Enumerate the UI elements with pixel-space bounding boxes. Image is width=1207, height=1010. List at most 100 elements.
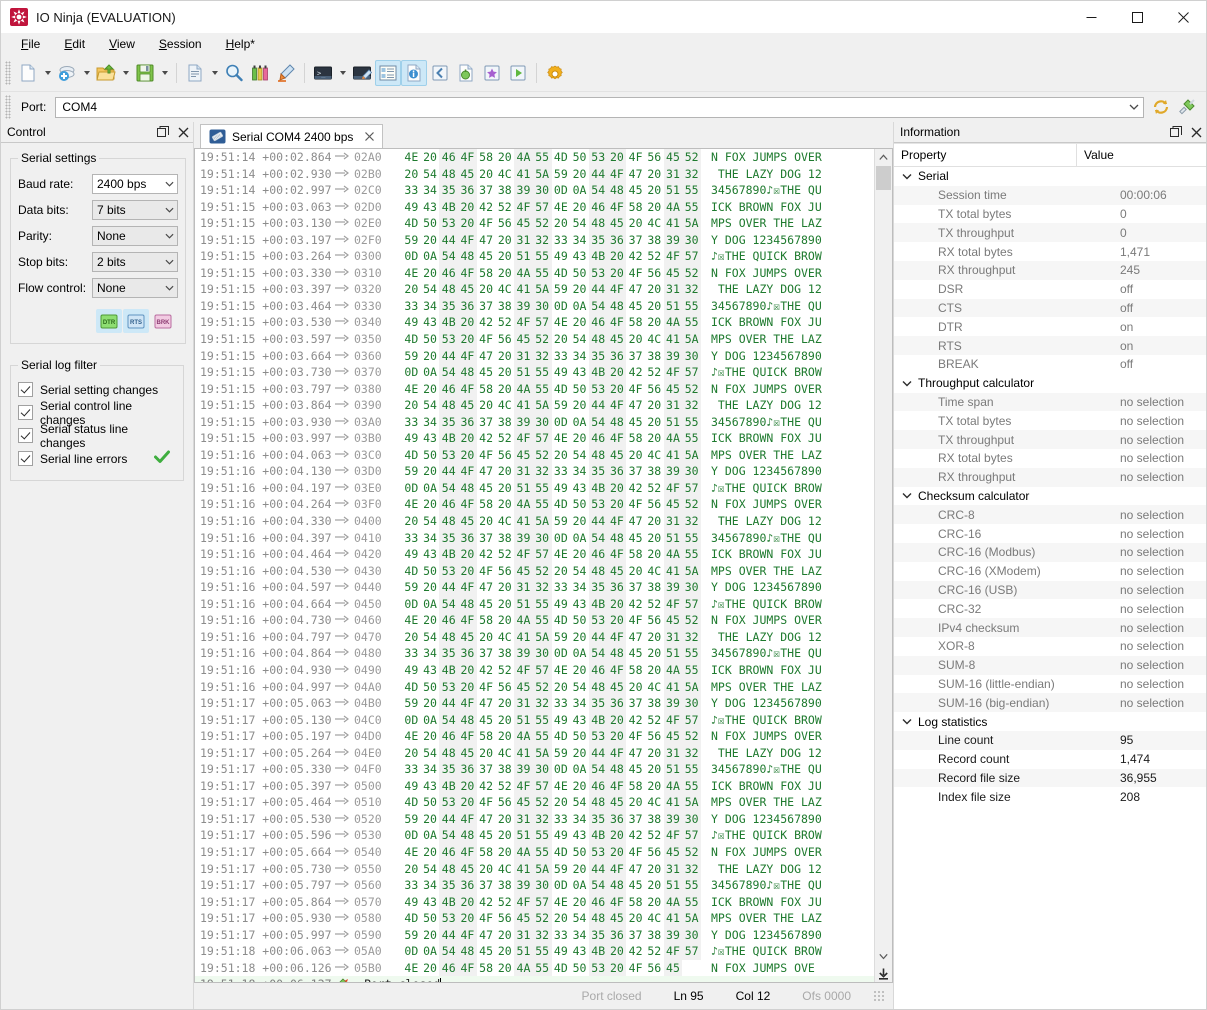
- log-row[interactable]: 19:51:15 +00:03.464 0330 33 34 35 36 37 38 39 30 0…: [195, 297, 874, 315]
- toolbar-grip[interactable]: [5, 61, 11, 85]
- log-row[interactable]: 19:51:15 +00:03.730 0370 0D 0A 54 48 45 20 51 55 4…: [195, 364, 874, 381]
- parity-select[interactable]: None: [92, 226, 178, 246]
- connect-plug-icon[interactable]: [1174, 94, 1200, 120]
- minimize-button[interactable]: [1068, 1, 1114, 33]
- log-row[interactable]: 19:51:16 +00:04.264 03F0 4E 20 46 4F 58 20 4A 55 4…: [195, 496, 874, 514]
- export-dropdown-icon[interactable]: [208, 60, 221, 86]
- info-row[interactable]: RX total bytes 1,471: [894, 242, 1206, 261]
- terminal-dropdown-icon[interactable]: [336, 60, 349, 86]
- info-row[interactable]: Record file size 36,955: [894, 768, 1206, 788]
- log-row[interactable]: 19:51:18 +00:06.063 05A0 0D 0A 54 48 45 20 51 55 4…: [195, 943, 874, 960]
- log-row[interactable]: 19:51:15 +00:03.597 0350 4D 50 53 20 4F 56 45 52 2…: [195, 331, 874, 348]
- log-row[interactable]: 19:51:16 +00:04.997 04A0 4D 50 53 20 4F 56 45 52 2…: [195, 678, 874, 696]
- close-button[interactable]: [1160, 1, 1206, 33]
- log-row[interactable]: 19:51:17 +00:05.330 04F0 33 34 35 36 37 38 39 30 0…: [195, 761, 874, 778]
- baud-rate-select[interactable]: 2400 bps: [92, 174, 178, 194]
- scroll-to-end-icon[interactable]: [875, 965, 892, 982]
- log-row[interactable]: 19:51:15 +00:03.797 0380 4E 20 46 4F 58 20 4A 55 4…: [195, 380, 874, 398]
- info-row[interactable]: Record count 1,474: [894, 750, 1206, 769]
- chevron-down-icon[interactable]: [900, 380, 914, 387]
- info-row[interactable]: TX total bytes no selection: [894, 411, 1206, 430]
- filter-serial-status-line-changes[interactable]: Serial status line changes: [18, 422, 176, 450]
- menu-session[interactable]: Session: [147, 35, 214, 53]
- close-pane-icon[interactable]: [1186, 123, 1206, 141]
- info-row[interactable]: RX throughput no selection: [894, 467, 1206, 487]
- find-icon[interactable]: [221, 60, 247, 86]
- scroll-down-icon[interactable]: [875, 948, 892, 965]
- stop-bits-select[interactable]: 2 bits: [92, 252, 178, 272]
- log-row[interactable]: 19:51:15 +00:03.997 03B0 49 43 4B 20 42 52 4F 57 4…: [195, 430, 874, 447]
- log-row[interactable]: 19:51:15 +00:03.530 0340 49 43 4B 20 42 52 4F 57 4…: [195, 314, 874, 332]
- checkbox-icon[interactable]: [18, 382, 33, 397]
- log-row[interactable]: 19:51:17 +00:05.596 0530 0D 0A 54 48 45 20 51 55 4…: [195, 827, 874, 844]
- log-row[interactable]: 19:51:17 +00:05.063 04B0 59 20 44 4F 47 20 31 32 3…: [195, 695, 874, 712]
- log-row[interactable]: 19:51:16 +00:04.330 0400 20 54 48 45 20 4C 41 5A 5…: [195, 513, 874, 530]
- close-pane-icon[interactable]: [173, 123, 193, 141]
- log-row[interactable]: 19:51:18 +00:06.126 05B0 4E 20 46 4F 58 20 4A 55 4…: [195, 959, 874, 977]
- flow-control-select[interactable]: None: [92, 278, 178, 298]
- close-tab-icon[interactable]: [362, 130, 376, 144]
- rts-toggle-button[interactable]: RTS: [123, 309, 149, 333]
- checkbox-icon[interactable]: [18, 405, 33, 420]
- portbar-grip[interactable]: [5, 95, 11, 119]
- log-row[interactable]: 19:51:17 +00:05.930 0580 4D 50 53 20 4F 56 45 52 2…: [195, 910, 874, 927]
- log-row[interactable]: 19:51:15 +00:03.330 0310 4E 20 46 4F 58 20 4A 55 4…: [195, 264, 874, 282]
- log-row[interactable]: 19:51:17 +00:05.130 04C0 0D 0A 54 48 45 20 51 55 4…: [195, 711, 874, 729]
- maximize-button[interactable]: [1114, 1, 1160, 33]
- log-row[interactable]: 19:51:16 +00:04.464 0420 49 43 4B 20 42 52 4F 57 4…: [195, 546, 874, 563]
- info-group-checksum-calculator[interactable]: Checksum calculator: [894, 486, 1206, 506]
- add-session-icon[interactable]: [54, 60, 80, 86]
- settings-icon[interactable]: [542, 60, 568, 86]
- session-pane-icon[interactable]: [375, 60, 401, 86]
- log-row[interactable]: 19:51:15 +00:03.864 0390 20 54 48 45 20 4C 41 5A 5…: [195, 397, 874, 414]
- log-row[interactable]: 19:51:17 +00:05.664 0540 4E 20 46 4F 58 20 4A 55 4…: [195, 843, 874, 861]
- terminal-icon[interactable]: >_: [310, 60, 336, 86]
- info-row[interactable]: SUM-8 no selection: [894, 655, 1206, 675]
- log-row[interactable]: 19:51:17 +00:05.797 0560 33 34 35 36 37 38 39 30 0…: [195, 877, 874, 894]
- log-row[interactable]: 19:51:16 +00:04.063 03C0 4D 50 53 20 4F 56 45 52 2…: [195, 446, 874, 464]
- color-filters-icon[interactable]: [247, 60, 273, 86]
- info-row[interactable]: DSR off: [894, 280, 1206, 299]
- log-row[interactable]: 19:51:17 +00:05.997 0590 59 20 44 4F 47 20 31 32 3…: [195, 926, 874, 944]
- information-pane-icon[interactable]: [401, 60, 427, 86]
- chevron-down-icon[interactable]: [900, 173, 914, 180]
- info-row[interactable]: CTS off: [894, 298, 1206, 318]
- info-row[interactable]: TX throughput 0: [894, 223, 1206, 243]
- info-group-serial[interactable]: Serial: [894, 167, 1206, 186]
- info-row[interactable]: CRC-16 (Modbus) no selection: [894, 542, 1206, 562]
- info-group-throughput-calculator[interactable]: Throughput calculator: [894, 373, 1206, 393]
- log-rows-area[interactable]: 19:51:14 +00:02.864 02A0 4E 20 46 4F 58 20 4A 55 4…: [195, 149, 874, 982]
- script-icon[interactable]: [453, 60, 479, 86]
- dtr-toggle-button[interactable]: DTR: [96, 309, 122, 333]
- log-row[interactable]: 19:51:16 +00:04.730 0460 4E 20 46 4F 58 20 4A 55 4…: [195, 612, 874, 629]
- info-row[interactable]: Session time 00:00:06: [894, 185, 1206, 205]
- info-group-log-statistics[interactable]: Log statistics: [894, 712, 1206, 731]
- favorites-icon[interactable]: [479, 60, 505, 86]
- tab-serial-com4[interactable]: Serial COM4 2400 bps: [200, 124, 384, 148]
- log-row[interactable]: 19:51:16 +00:04.930 0490 49 43 4B 20 42 52 4F 57 4…: [195, 661, 874, 679]
- log-row[interactable]: 19:51:14 +00:02.997 02C0 33 34 35 36 37 38 39 30 0…: [195, 182, 874, 199]
- info-row[interactable]: CRC-16 (XModem) no selection: [894, 562, 1206, 581]
- highlighter-icon[interactable]: [273, 60, 299, 86]
- menu-view[interactable]: View: [97, 35, 147, 53]
- log-row[interactable]: 19:51:14 +00:02.930 02B0 20 54 48 45 20 4C 41 5A 5…: [195, 165, 874, 183]
- save-file-icon[interactable]: [132, 60, 158, 86]
- log-row[interactable]: 19:51:16 +00:04.864 0480 33 34 35 36 37 38 39 30 0…: [195, 645, 874, 662]
- info-row[interactable]: TX throughput no selection: [894, 430, 1206, 449]
- log-row[interactable]: 19:51:16 +00:04.597 0440 59 20 44 4F 47 20 31 32 3…: [195, 579, 874, 596]
- float-pane-icon[interactable]: [153, 123, 173, 141]
- filter-serial-line-errors[interactable]: Serial line errors: [18, 447, 176, 470]
- info-row[interactable]: XOR-8 no selection: [894, 637, 1206, 656]
- log-row[interactable]: 19:51:15 +00:03.264 0300 0D 0A 54 48 45 20 51 55 4…: [195, 248, 874, 265]
- brk-toggle-button[interactable]: BRK: [150, 309, 176, 333]
- info-row[interactable]: CRC-8 no selection: [894, 505, 1206, 525]
- log-row[interactable]: 19:51:15 +00:03.197 02F0 59 20 44 4F 47 20 31 32 3…: [195, 231, 874, 249]
- chevron-down-icon[interactable]: [900, 492, 914, 499]
- info-row[interactable]: CRC-32 no selection: [894, 599, 1206, 618]
- open-file-dropdown-icon[interactable]: [119, 60, 132, 86]
- log-row[interactable]: 19:51:16 +00:04.397 0410 33 34 35 36 37 38 39 30 0…: [195, 529, 874, 547]
- scrollbar-thumb[interactable]: [876, 166, 891, 190]
- info-row[interactable]: RX total bytes no selection: [894, 449, 1206, 468]
- float-pane-icon[interactable]: [1166, 123, 1186, 141]
- menu-help[interactable]: Help*: [214, 35, 267, 53]
